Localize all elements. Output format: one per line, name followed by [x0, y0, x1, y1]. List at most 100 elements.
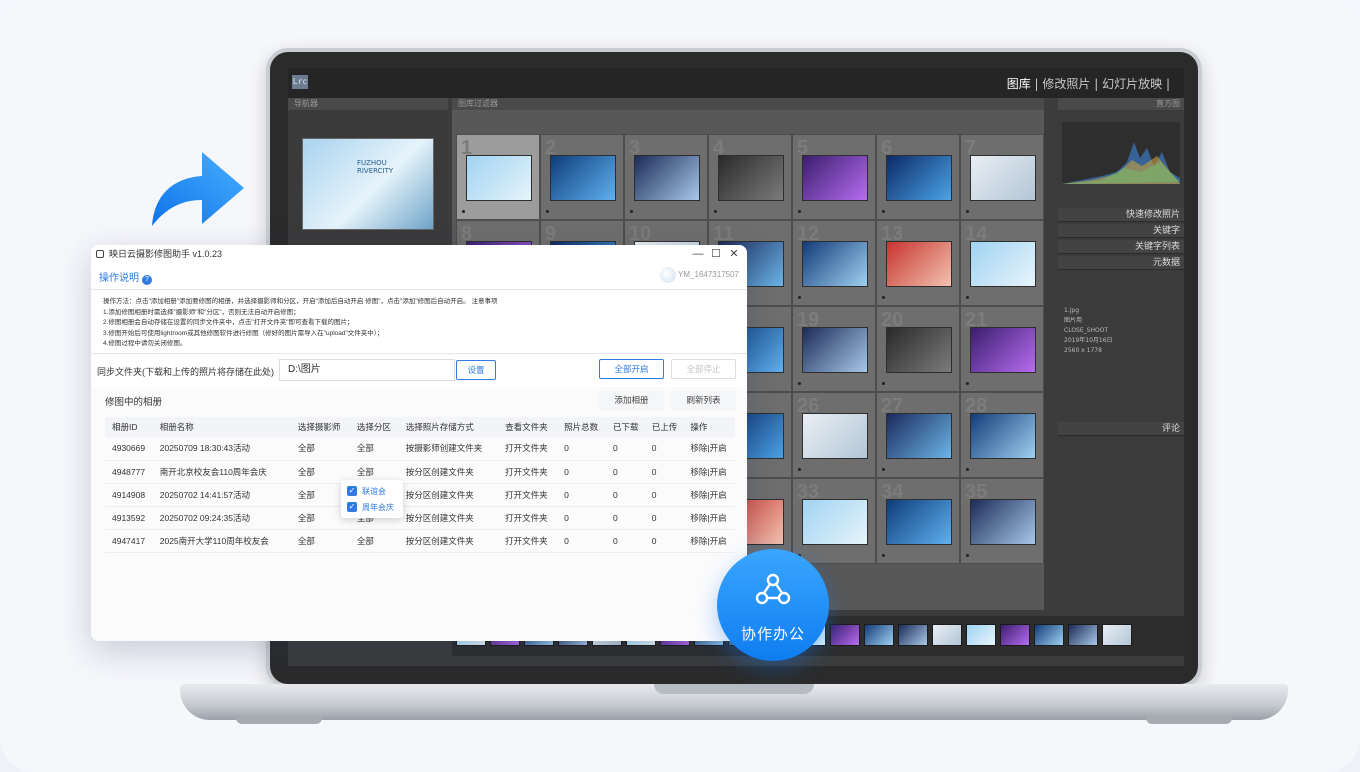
photo-thumbnail[interactable]	[886, 499, 952, 545]
close-icon[interactable]: ✕	[725, 245, 743, 263]
photo-thumbnail[interactable]	[970, 155, 1036, 201]
photo-cell[interactable]: 13	[876, 220, 960, 306]
add-album-button[interactable]: 添加相册	[599, 391, 664, 411]
settings-button[interactable]: 设置	[456, 360, 496, 380]
module-develop[interactable]: 修改照片	[1042, 77, 1090, 91]
photo-cell[interactable]: 14	[960, 220, 1044, 306]
comments-row[interactable]: 评论	[1058, 422, 1184, 436]
user-info[interactable]: YM_1647317507	[660, 267, 739, 283]
photo-thumbnail[interactable]	[970, 413, 1036, 459]
cell-action[interactable]: 移除|开启	[683, 483, 735, 507]
photo-cell[interactable]: 3	[624, 134, 708, 220]
cell-storage[interactable]: 按分区创建文件夹	[398, 460, 499, 484]
photo-thumbnail[interactable]	[802, 413, 868, 459]
photo-cell[interactable]: 27	[876, 392, 960, 478]
cell-photographer[interactable]: 全部	[290, 460, 350, 484]
photo-cell[interactable]: 35	[960, 478, 1044, 564]
module-slideshow[interactable]: 幻灯片放映	[1102, 77, 1162, 91]
filmstrip-thumbnail[interactable]	[1102, 624, 1132, 646]
photo-cell[interactable]: 33	[792, 478, 876, 564]
photo-thumbnail[interactable]	[970, 327, 1036, 373]
photo-thumbnail[interactable]	[970, 499, 1036, 545]
photo-cell[interactable]: 4	[708, 134, 792, 220]
cell-open-folder[interactable]: 打开文件夹	[498, 483, 558, 507]
sync-folder-input[interactable]: D:\图片	[279, 359, 455, 381]
zone-option[interactable]: 联谊会	[362, 486, 386, 497]
cell-open-folder[interactable]: 打开文件夹	[498, 529, 558, 553]
minimize-icon[interactable]: —	[689, 245, 707, 263]
cell-photographer[interactable]: 全部	[290, 437, 350, 461]
cell-open-folder[interactable]: 打开文件夹	[498, 437, 558, 461]
cell-action[interactable]: 移除|开启	[683, 529, 735, 553]
quick-develop-row[interactable]: 快速修改照片	[1058, 208, 1184, 222]
photo-thumbnail[interactable]	[886, 413, 952, 459]
cell-zone[interactable]: 全部	[349, 437, 399, 461]
cell-storage[interactable]: 按分区创建文件夹	[398, 529, 499, 553]
page: Lrc 图库 | 修改照片 | 幻灯片放映 | 导航器 图库过滤器 直方图 FU…	[0, 0, 1360, 772]
keyword-list-row[interactable]: 关键字列表	[1058, 240, 1184, 254]
checkbox-checked-icon[interactable]: ✓	[347, 502, 357, 512]
cell-storage[interactable]: 按分区创建文件夹	[398, 506, 499, 530]
filmstrip-thumbnail[interactable]	[932, 624, 962, 646]
navigator-preview[interactable]: FUZHOU RIVERCITY	[302, 138, 434, 230]
filmstrip-thumbnail[interactable]	[1000, 624, 1030, 646]
stop-all-button[interactable]: 全部停止	[671, 359, 736, 379]
photo-cell[interactable]: 20	[876, 306, 960, 392]
keywords-row[interactable]: 关键字	[1058, 224, 1184, 238]
cell-zone[interactable]: 全部	[349, 529, 399, 553]
start-all-button[interactable]: 全部开启	[599, 359, 664, 379]
cell-storage[interactable]: 按分区创建文件夹	[398, 483, 499, 507]
photo-cell[interactable]: 28	[960, 392, 1044, 478]
photo-cell[interactable]: 34	[876, 478, 960, 564]
photo-thumbnail[interactable]	[886, 155, 952, 201]
photo-cell[interactable]: 12	[792, 220, 876, 306]
library-filter-bar[interactable]: 图库过滤器	[452, 98, 1044, 110]
refresh-list-button[interactable]: 刷新列表	[671, 391, 736, 411]
cell-uploaded: 0	[644, 506, 684, 530]
cell-photographer[interactable]: 全部	[290, 529, 350, 553]
maximize-icon[interactable]: ☐	[707, 245, 725, 263]
photo-thumbnail[interactable]	[886, 327, 952, 373]
cell-action[interactable]: 移除|开启	[683, 506, 735, 530]
photo-thumbnail[interactable]	[802, 155, 868, 201]
photo-thumbnail[interactable]	[634, 155, 700, 201]
photo-thumbnail[interactable]	[886, 241, 952, 287]
photo-cell[interactable]: 7	[960, 134, 1044, 220]
photo-cell[interactable]: 1	[456, 134, 540, 220]
filmstrip-thumbnail[interactable]	[1034, 624, 1064, 646]
photo-thumbnail[interactable]	[718, 155, 784, 201]
filmstrip-thumbnail[interactable]	[830, 624, 860, 646]
photo-thumbnail[interactable]	[802, 327, 868, 373]
help-icon[interactable]: ?	[142, 275, 152, 285]
cell-action[interactable]: 移除|开启	[683, 460, 735, 484]
photo-thumbnail[interactable]	[970, 241, 1036, 287]
cell-open-folder[interactable]: 打开文件夹	[498, 460, 558, 484]
filmstrip-thumbnail[interactable]	[1068, 624, 1098, 646]
module-library[interactable]: 图库	[1007, 77, 1031, 91]
instruction-line: 2.修图相册会自动存储在设置的同步文件夹中，点击"打开文件夹"即可查看下载的图片…	[103, 319, 354, 326]
photo-cell[interactable]: 26	[792, 392, 876, 478]
checkbox-checked-icon[interactable]: ✓	[347, 486, 357, 496]
photo-thumbnail[interactable]	[802, 499, 868, 545]
help-link[interactable]: 操作说明?	[99, 269, 152, 285]
zone-option[interactable]: 周年会庆	[362, 502, 394, 513]
photo-cell[interactable]: 2	[540, 134, 624, 220]
photo-thumbnail[interactable]	[466, 155, 532, 201]
photo-thumbnail[interactable]	[550, 155, 616, 201]
photo-cell[interactable]: 21	[960, 306, 1044, 392]
cell-album-name: 20250709 18:30:43活动	[152, 437, 291, 461]
cell-open-folder[interactable]: 打开文件夹	[498, 506, 558, 530]
header-uploaded: 已上传	[644, 417, 684, 437]
filmstrip-thumbnail[interactable]	[898, 624, 928, 646]
photo-cell[interactable]: 6	[876, 134, 960, 220]
filmstrip-thumbnail[interactable]	[864, 624, 894, 646]
metadata-row[interactable]: 元数据	[1058, 256, 1184, 270]
cell-storage[interactable]: 按摄影师创建文件夹	[398, 437, 499, 461]
histogram-header[interactable]: 直方图	[1058, 98, 1184, 110]
filmstrip-thumbnail[interactable]	[966, 624, 996, 646]
photo-thumbnail[interactable]	[802, 241, 868, 287]
photo-cell[interactable]: 19	[792, 306, 876, 392]
navigator-header[interactable]: 导航器	[288, 98, 448, 110]
photo-cell[interactable]: 5	[792, 134, 876, 220]
cell-action[interactable]: 移除|开启	[683, 437, 735, 461]
